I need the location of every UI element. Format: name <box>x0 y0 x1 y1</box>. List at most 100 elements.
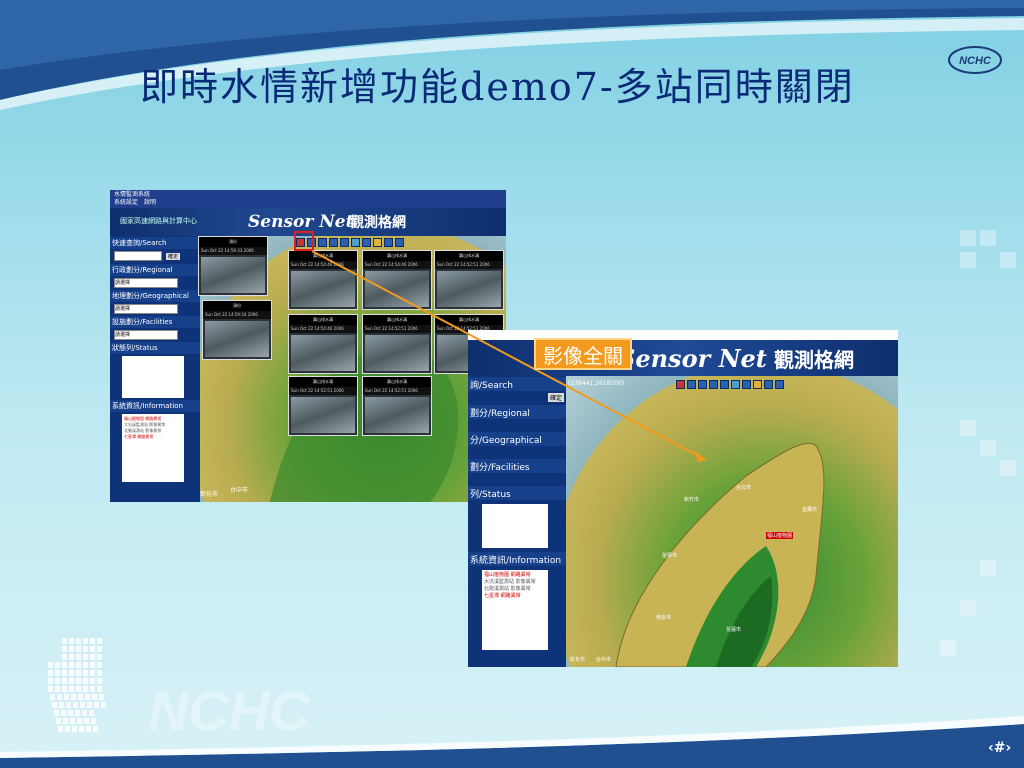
watermark-dot <box>48 678 53 684</box>
watermark-dot <box>48 686 53 692</box>
toolbar-icon[interactable] <box>698 380 707 389</box>
section-regional[interactable]: 劃分/Regional <box>468 405 566 419</box>
banner: Sensor Net 觀測格網 <box>468 340 898 376</box>
search-button[interactable]: 確定 <box>547 393 564 402</box>
section-facilities[interactable]: 設施劃分/Facilities <box>110 316 200 328</box>
camera-popup[interactable]: 壽山排水溝 Sun Oct 22 14:52:51 2006 <box>362 314 432 374</box>
status-box <box>122 356 184 398</box>
watermark-dot <box>97 638 102 644</box>
regional-select[interactable]: 請選擇 <box>114 278 178 288</box>
camera-image <box>365 271 429 307</box>
watermark-dot <box>91 718 96 724</box>
watermark-dot <box>90 662 95 668</box>
info-line: 七星潭 網路異常 <box>484 593 521 599</box>
watermark-dot <box>87 702 92 708</box>
toolbar-icon[interactable] <box>687 380 696 389</box>
watermark-dot <box>78 694 83 700</box>
watermark-dot <box>97 646 102 652</box>
camera-image <box>291 271 355 307</box>
watermark-dot <box>83 670 88 676</box>
globe-icon[interactable] <box>731 380 740 389</box>
menubar: 水情監測系統 系統設定 說明 <box>110 190 506 208</box>
toolbar-icon[interactable] <box>742 380 751 389</box>
section-information[interactable]: 系統資訊/Information <box>468 552 566 566</box>
section-geographical[interactable]: 地理劃分/Geographical <box>110 290 200 302</box>
camera-popup[interactable]: 頭份 Sun Oct 22 14:59:33 2006 <box>198 236 268 296</box>
map-label: 台中市 <box>230 487 249 494</box>
section-status[interactable]: 列/Status <box>468 486 566 500</box>
camera-image <box>291 397 355 433</box>
camera-popup[interactable]: 壽山排水溝 Sun Oct 22 14:54:46 2006 <box>288 314 358 374</box>
watermark-dot <box>99 694 104 700</box>
watermark-dot <box>90 686 95 692</box>
globe-icon[interactable] <box>351 238 360 247</box>
watermark-dot <box>76 654 81 660</box>
toolbar-icon[interactable] <box>373 238 382 247</box>
map-toolbar <box>676 380 784 389</box>
section-status[interactable]: 狀態列/Status <box>110 342 200 354</box>
camera-popup[interactable]: 壽山排水溝 Sun Oct 22 14:52:51 2006 <box>288 376 358 436</box>
page-number: ‹#› <box>988 740 1012 756</box>
camera-popup[interactable]: 頭份 Sun Oct 22 14:59:34 2006 <box>202 300 272 360</box>
toolbar-icon[interactable] <box>775 380 784 389</box>
camera-timestamp: Sun Oct 22 14:52:51 2006 <box>435 261 503 269</box>
camera-popup[interactable]: 壽山排水溝 Sun Oct 22 14:52:51 2006 <box>434 250 504 310</box>
toolbar-icon[interactable] <box>329 238 338 247</box>
watermark-dot <box>76 686 81 692</box>
coords-readout: (238441,2618500) <box>568 380 625 387</box>
camera-popup[interactable]: 壽山排水溝 Sun Oct 22 14:54:46 2006 <box>362 250 432 310</box>
watermark-dot <box>82 710 87 716</box>
toolbar-icon[interactable] <box>720 380 729 389</box>
map-label: 苗栗市 <box>662 553 678 559</box>
camera-name: 頭份 <box>203 301 271 311</box>
toolbar-icon[interactable] <box>384 238 393 247</box>
toolbar-icon[interactable] <box>318 238 327 247</box>
camera-image <box>201 257 265 293</box>
banner-title-cn: 觀測格網 <box>774 348 854 372</box>
section-information[interactable]: 系統資訊/Information <box>110 400 200 412</box>
watermark-dot <box>55 662 60 668</box>
menu-help[interactable]: 說明 <box>144 199 156 206</box>
watermark-dot <box>86 726 91 732</box>
toolbar-icon[interactable] <box>395 238 404 247</box>
watermark-dot <box>48 670 53 676</box>
watermark-dot <box>83 638 88 644</box>
watermark-dot <box>68 710 73 716</box>
close-all-images-icon[interactable] <box>676 380 685 389</box>
search-button[interactable]: 確定 <box>166 252 181 260</box>
map-label: 台中市 <box>596 657 612 663</box>
watermark-dot <box>83 646 88 652</box>
section-facilities[interactable]: 劃分/Facilities <box>468 459 566 473</box>
camera-timestamp: Sun Oct 22 14:54:46 2006 <box>289 325 357 333</box>
toolbar-icon[interactable] <box>362 238 371 247</box>
camera-timestamp: Sun Oct 22 14:59:33 2006 <box>199 247 267 255</box>
section-search[interactable]: 詢/Search <box>468 377 566 391</box>
section-search[interactable]: 快速查詢/Search <box>110 237 200 249</box>
section-geographical[interactable]: 分/Geographical <box>468 432 566 446</box>
menu-settings[interactable]: 系統設定 <box>114 199 138 206</box>
camera-popup[interactable]: 壽山排水溝 Sun Oct 22 14:54:46 2006 <box>288 250 358 310</box>
watermark-dot <box>66 702 71 708</box>
station-marker[interactable]: 福山植物園 <box>766 532 794 539</box>
toolbar-icon[interactable] <box>753 380 762 389</box>
watermark-dot <box>55 686 60 692</box>
toolbar-icon[interactable] <box>340 238 349 247</box>
camera-popup[interactable]: 壽山排水溝 Sun Oct 22 14:52:51 2006 <box>362 376 432 436</box>
map-area[interactable]: (238441,2618500) 台北市 福山植物園 宜蘭市 新竹市 苗栗市 台… <box>566 376 898 667</box>
search-input[interactable] <box>114 251 162 261</box>
section-regional[interactable]: 行政劃分/Regional <box>110 264 200 276</box>
watermark-dot <box>50 694 55 700</box>
facilities-select[interactable]: 請選擇 <box>114 330 178 340</box>
watermark-dot <box>90 638 95 644</box>
watermark-dot <box>70 718 75 724</box>
toolbar-icon[interactable] <box>764 380 773 389</box>
watermark-dot <box>62 678 67 684</box>
camera-name: 壽山排水溝 <box>363 377 431 387</box>
camera-name: 壽山排水溝 <box>435 251 503 261</box>
toolbar-icon[interactable] <box>709 380 718 389</box>
map-label: 宜蘭市 <box>802 507 818 513</box>
geographical-select[interactable]: 請選擇 <box>114 304 178 314</box>
camera-image <box>291 335 355 371</box>
watermark-dot <box>62 670 67 676</box>
map-label: 花蓮市 <box>726 627 742 633</box>
